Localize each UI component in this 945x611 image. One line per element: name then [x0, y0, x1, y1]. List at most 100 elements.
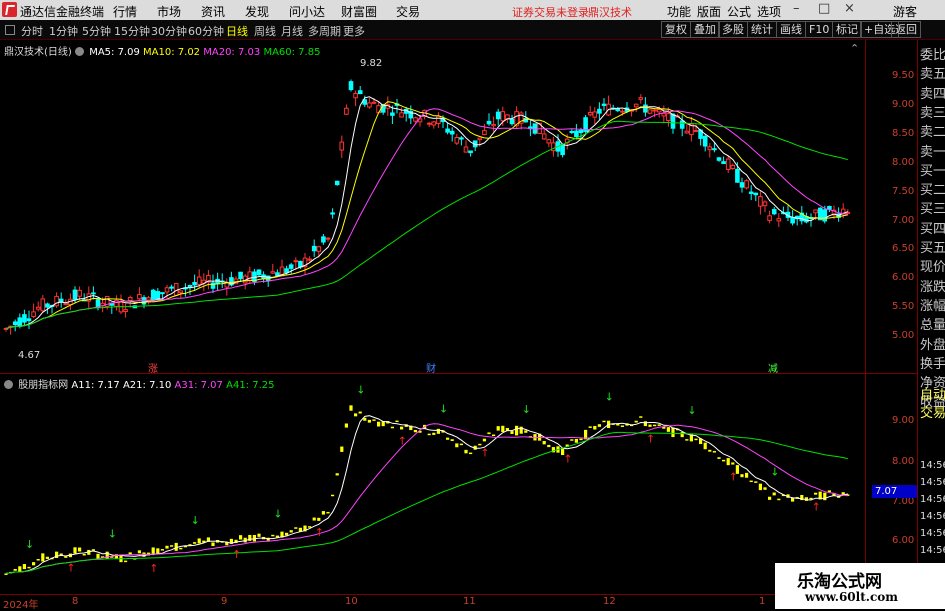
candlestick[interactable] — [615, 106, 621, 113]
candlestick[interactable] — [307, 256, 312, 262]
candlestick[interactable] — [123, 303, 128, 318]
candlestick[interactable] — [666, 107, 671, 127]
event-mark-reduce[interactable]: 减 — [768, 360, 778, 375]
candlestick[interactable] — [799, 206, 805, 225]
candlestick[interactable] — [353, 90, 358, 107]
candlestick[interactable] — [201, 273, 207, 292]
candlestick[interactable] — [256, 269, 262, 277]
candlestick[interactable] — [150, 288, 156, 301]
candlestick[interactable] — [54, 292, 59, 308]
candlestick[interactable] — [804, 212, 809, 224]
candlestick[interactable] — [748, 185, 754, 201]
candlestick[interactable] — [463, 140, 469, 153]
candlestick[interactable] — [219, 273, 225, 289]
candlestick[interactable] — [339, 135, 345, 159]
candlestick[interactable] — [661, 105, 667, 123]
candlestick[interactable] — [827, 205, 832, 213]
candlestick[interactable] — [357, 86, 363, 95]
candlestick[interactable] — [302, 253, 308, 276]
candlestick[interactable] — [744, 179, 749, 190]
stock-title[interactable]: 鼎汉技术(日线) — [4, 47, 72, 58]
candlestick[interactable] — [192, 274, 197, 291]
candlestick[interactable] — [173, 282, 179, 296]
candlestick[interactable] — [321, 233, 326, 245]
candlestick[interactable] — [40, 295, 46, 313]
candlestick[interactable] — [164, 284, 170, 301]
candlestick[interactable] — [330, 208, 335, 219]
candlestick[interactable] — [26, 310, 32, 330]
candlestick[interactable] — [647, 109, 653, 115]
candlestick[interactable] — [638, 94, 644, 104]
candlestick[interactable] — [495, 108, 501, 126]
candlestick[interactable] — [459, 136, 464, 146]
candlestick[interactable] — [583, 114, 588, 135]
sub-indicator-name[interactable]: 股朋指标网 — [18, 380, 68, 391]
candlestick[interactable] — [776, 213, 782, 228]
candlestick[interactable] — [767, 210, 772, 224]
candlestick[interactable] — [670, 113, 676, 134]
candlestick[interactable] — [702, 134, 708, 152]
candlestick[interactable] — [785, 205, 791, 222]
chart-canvas[interactable]: ↓ ↑ ↓ ↑ ↓ ↑ ↓ ↑ ↓ ↑ ↓ ↑ ↓ ↑ ↓ ↑ ↓ ↑ ↓ ↑ — [0, 0, 917, 609]
candlestick[interactable] — [546, 138, 552, 148]
candlestick[interactable] — [12, 319, 18, 332]
candlestick[interactable] — [367, 98, 372, 109]
candlestick[interactable] — [35, 301, 41, 312]
candlestick[interactable] — [348, 79, 354, 92]
candlestick[interactable] — [794, 215, 800, 226]
candlestick[interactable] — [551, 136, 556, 157]
candlestick[interactable] — [426, 121, 432, 127]
candlestick[interactable] — [86, 286, 92, 310]
candlestick[interactable] — [758, 191, 763, 215]
candlestick[interactable] — [279, 259, 285, 277]
candlestick[interactable] — [569, 129, 575, 135]
candlestick[interactable] — [118, 294, 124, 315]
candlestick[interactable] — [238, 271, 243, 283]
candlestick[interactable] — [344, 104, 349, 116]
candlestick[interactable] — [394, 99, 400, 114]
candlestick[interactable] — [509, 114, 515, 126]
candlestick[interactable] — [762, 200, 768, 213]
candlestick[interactable] — [771, 207, 777, 216]
candlestick[interactable] — [58, 292, 64, 308]
candlestick[interactable] — [91, 286, 96, 300]
candlestick[interactable] — [541, 128, 547, 140]
candlestick[interactable] — [325, 237, 331, 242]
candlestick[interactable] — [275, 269, 280, 276]
candlestick[interactable] — [403, 106, 409, 122]
candlestick[interactable] — [431, 121, 437, 129]
candlestick[interactable] — [454, 133, 460, 146]
candlestick[interactable] — [334, 180, 340, 186]
candlestick[interactable] — [169, 284, 174, 292]
candlestick[interactable] — [449, 127, 455, 142]
candlestick[interactable] — [472, 140, 478, 152]
candlestick[interactable] — [597, 102, 602, 120]
candlestick[interactable] — [242, 274, 248, 290]
candlestick[interactable] — [270, 263, 276, 275]
candlestick[interactable] — [606, 95, 611, 116]
candlestick[interactable] — [206, 269, 211, 290]
sub-settings-icon[interactable] — [4, 380, 13, 389]
candlestick[interactable] — [399, 107, 404, 118]
candlestick[interactable] — [633, 103, 639, 113]
event-mark-finance[interactable]: 财 — [426, 360, 436, 375]
candlestick[interactable] — [753, 192, 759, 202]
candlestick[interactable] — [477, 137, 483, 147]
candlestick[interactable] — [31, 303, 36, 319]
candlestick[interactable] — [486, 113, 492, 126]
auto-trade-label[interactable]: 交易 — [920, 402, 945, 421]
candlestick[interactable] — [730, 163, 736, 170]
candlestick[interactable] — [22, 309, 27, 327]
candlestick[interactable] — [601, 98, 607, 111]
candlestick[interactable] — [725, 155, 731, 173]
candlestick[interactable] — [468, 150, 473, 157]
candlestick[interactable] — [482, 123, 487, 136]
event-mark-rise[interactable]: 涨 — [148, 360, 158, 375]
candlestick[interactable] — [311, 239, 317, 257]
candlestick[interactable] — [155, 288, 161, 301]
candlestick[interactable] — [491, 116, 496, 132]
candlestick[interactable] — [592, 107, 598, 125]
auto-trade-label[interactable]: 自动 — [920, 384, 945, 403]
collapse-icon[interactable]: ⌃ — [850, 42, 859, 55]
candlestick[interactable] — [109, 302, 115, 314]
